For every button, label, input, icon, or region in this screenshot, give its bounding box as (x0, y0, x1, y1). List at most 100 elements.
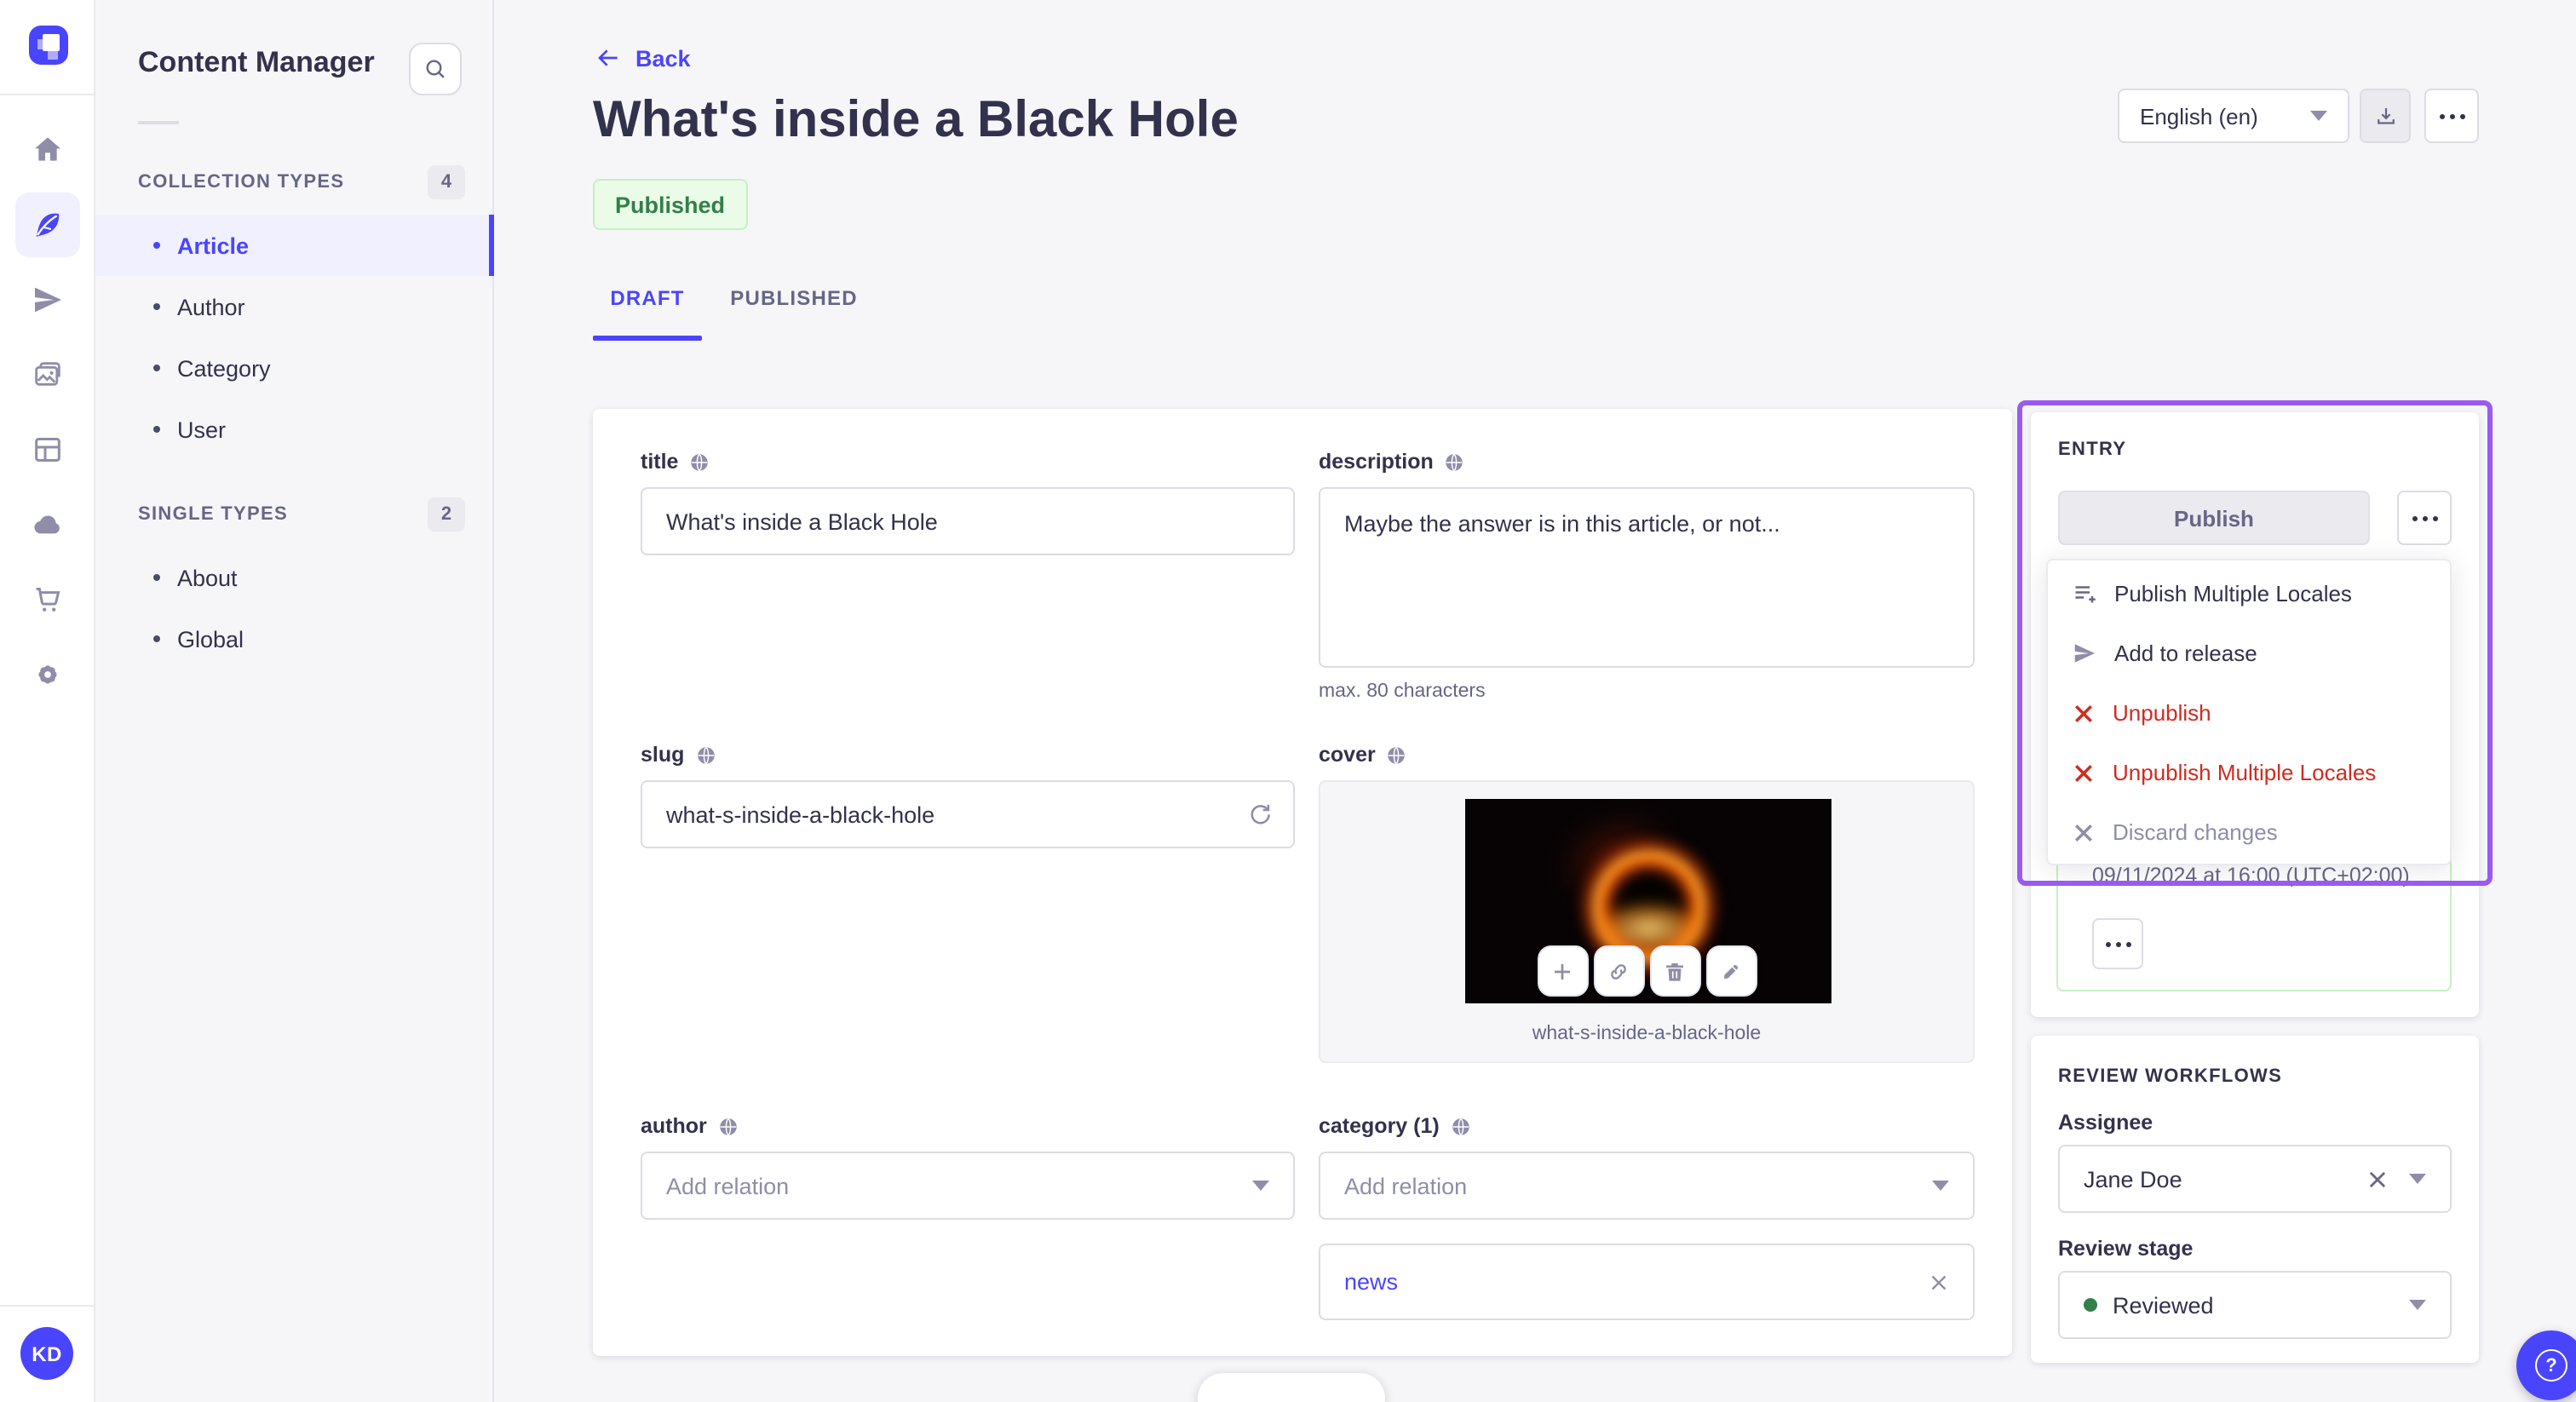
field-label-text: author (641, 1114, 707, 1138)
page-title: What's inside a Black Hole (593, 92, 1239, 148)
back-link[interactable]: Back (595, 44, 691, 72)
caret-down-icon (2409, 1300, 2426, 1310)
cover-field: what-s-inside-a-black-hole (1319, 780, 1975, 1063)
category-relation-item: news (1319, 1244, 1975, 1320)
add-icon (1555, 963, 1570, 979)
subnav-title: Content Manager (138, 46, 375, 78)
status-badge: Published (593, 179, 748, 230)
field-label-text: Assignee (2058, 1111, 2153, 1135)
main-nav-rail: KD (0, 0, 95, 1402)
section-count-badge: 2 (428, 497, 465, 531)
tab-draft[interactable]: DRAFT (593, 286, 702, 337)
assignee-select[interactable]: Jane Doe (2058, 1145, 2452, 1213)
author-relation-select[interactable]: Add relation (641, 1152, 1295, 1220)
section-collection-types: COLLECTION TYPES 4 (138, 165, 465, 199)
remove-relation-icon[interactable] (1929, 1272, 1949, 1292)
regenerate-icon[interactable] (1245, 799, 1274, 828)
caret-down-icon (1252, 1181, 1269, 1191)
tab-published[interactable]: PUBLISHED (722, 286, 865, 337)
user-avatar[interactable]: KD (20, 1327, 73, 1380)
floating-actionbar-peek (1198, 1373, 1385, 1402)
locale-select[interactable]: English (en) (2118, 89, 2349, 143)
add-media-button[interactable] (1537, 945, 1588, 997)
help-button[interactable]: ? (2516, 1330, 2576, 1400)
slug-input[interactable] (641, 780, 1295, 848)
category-relation-select[interactable]: Add relation (1319, 1152, 1975, 1220)
sidebar-item-about[interactable]: About (95, 547, 494, 608)
field-label-text: category (1) (1319, 1114, 1440, 1138)
header-more-button[interactable] (2424, 89, 2479, 143)
globe-icon (697, 745, 715, 764)
nav-item-label: User (177, 417, 227, 442)
download-button[interactable] (2360, 89, 2411, 143)
field-label-text: cover (1319, 743, 1376, 767)
menu-item-unpublish[interactable]: Unpublish (2048, 683, 2450, 743)
release-more-button[interactable] (2092, 918, 2143, 969)
content-type-builder-icon[interactable] (15, 417, 80, 482)
back-icon (598, 49, 618, 66)
description-hint: max. 80 characters (1319, 681, 1486, 702)
sidebar-item-category[interactable]: Category (95, 337, 494, 399)
menu-item-label: Publish Multiple Locales (2114, 581, 2352, 606)
globe-icon (691, 452, 709, 471)
strapi-logo[interactable] (29, 26, 68, 65)
home-icon[interactable] (15, 118, 80, 182)
search-button[interactable] (409, 43, 462, 95)
cover-field-label: cover (1319, 743, 1408, 767)
section-label: COLLECTION TYPES (138, 172, 345, 192)
section-label: SINGLE TYPES (138, 504, 288, 525)
edit-form-card: title description Maybe the answer is in… (593, 409, 2012, 1356)
cross-icon (2075, 704, 2092, 721)
title-input[interactable] (641, 487, 1295, 555)
entry-actions-menu: Publish Multiple Locales Add to release … (2046, 559, 2452, 865)
release-icon (2074, 644, 2095, 663)
menu-item-publish-multiple-locales[interactable]: Publish Multiple Locales (2048, 564, 2450, 623)
nav-item-label: Author (177, 294, 245, 319)
section-count-badge: 4 (428, 165, 465, 199)
clear-icon[interactable] (2366, 1168, 2389, 1190)
nav-item-label: About (177, 565, 238, 590)
marketplace-icon[interactable] (15, 567, 80, 632)
select-placeholder: Add relation (666, 1173, 790, 1198)
link-icon (1611, 963, 1626, 979)
help-icon: ? (2535, 1349, 2567, 1382)
media-library-icon[interactable] (15, 342, 80, 407)
edit-icon (1723, 964, 1738, 979)
settings-icon[interactable] (15, 642, 80, 707)
menu-item-label: Discard changes (2113, 819, 2278, 845)
releases-icon[interactable] (15, 267, 80, 332)
sidebar-item-global[interactable]: Global (95, 608, 494, 669)
description-input[interactable]: Maybe the answer is in this article, or … (1319, 487, 1975, 668)
cloud-icon[interactable] (15, 492, 80, 557)
sidebar-item-user[interactable]: User (95, 399, 494, 460)
menu-item-add-to-release[interactable]: Add to release (2048, 623, 2450, 683)
content-manager-icon[interactable] (15, 192, 80, 257)
cross-icon (2075, 824, 2092, 841)
globe-icon (1388, 745, 1406, 764)
review-stage-value: Reviewed (2113, 1292, 2214, 1318)
search-icon (426, 60, 445, 78)
sidebar-item-article[interactable]: Article (95, 215, 494, 276)
publish-button[interactable]: Publish (2058, 491, 2370, 545)
locale-value: English (en) (2140, 103, 2258, 129)
delete-media-button[interactable] (1649, 945, 1700, 997)
relation-link-news[interactable]: news (1344, 1269, 1929, 1295)
entry-more-button[interactable] (2397, 491, 2452, 545)
caret-down-icon (2409, 1174, 2426, 1184)
copy-link-button[interactable] (1593, 945, 1644, 997)
release-date: 09/11/2024 at 16:00 (UTC+02:00) (2092, 864, 2410, 888)
sidebar-item-author[interactable]: Author (95, 276, 494, 337)
single-types-list: About Global (95, 547, 494, 669)
field-label-text: slug (641, 743, 685, 767)
menu-item-unpublish-multiple-locales[interactable]: Unpublish Multiple Locales (2048, 743, 2450, 802)
back-label: Back (635, 45, 691, 71)
cover-actions (1537, 945, 1757, 997)
review-stage-select[interactable]: Reviewed (2058, 1271, 2452, 1339)
edit-media-button[interactable] (1705, 945, 1757, 997)
menu-item-discard-changes[interactable]: Discard changes (2048, 802, 2450, 862)
cover-caption: what-s-inside-a-black-hole (1532, 1024, 1762, 1044)
description-field-label: description (1319, 450, 1466, 474)
collection-types-list: Article Author Category User (95, 215, 494, 460)
rail-divider-top (0, 94, 95, 95)
more-icon (2412, 515, 2437, 520)
